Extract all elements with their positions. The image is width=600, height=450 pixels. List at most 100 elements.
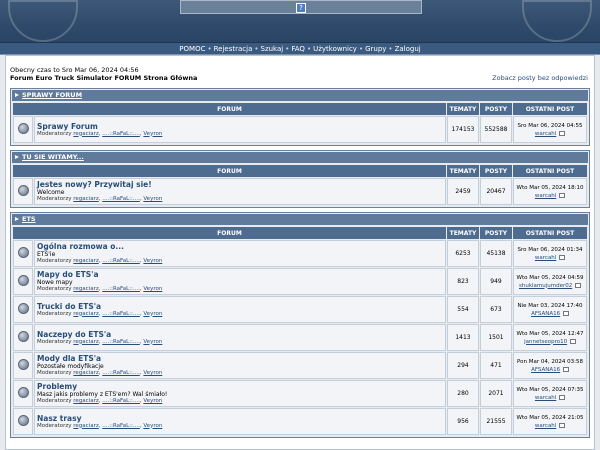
moderator-link[interactable]: ....::RaFaL::....	[102, 398, 140, 404]
last-post-date: Wto Mar 05, 2024 21:05	[516, 414, 584, 421]
category-header: SPRAWY FORUM	[12, 90, 588, 101]
moderator-link[interactable]: Veyron	[143, 258, 162, 264]
view-latest-post-icon[interactable]	[559, 192, 566, 198]
moderator-link[interactable]: Veyron	[143, 131, 162, 137]
moderators-label: Moderatorzy	[37, 370, 72, 376]
moderator-link[interactable]: regaciarz	[73, 398, 98, 404]
category-title[interactable]: SPRAWY FORUM	[22, 91, 82, 99]
forum-moderators: Moderatorzy regaciarz, ....::RaFaL::....…	[37, 422, 163, 429]
col-forum: FORUM	[13, 227, 446, 239]
last-post-author[interactable]: warcahl	[535, 193, 556, 199]
moderator-link[interactable]: Veyron	[143, 196, 162, 202]
moderator-link[interactable]: ....::RaFaL::....	[102, 196, 140, 202]
forum-name[interactable]: Naczepy do ETS'a	[37, 330, 443, 339]
view-latest-post-icon[interactable]	[559, 130, 566, 136]
moderator-link[interactable]: Veyron	[143, 339, 162, 345]
last-post-date: Wto Mar 05, 2024 04:59	[516, 274, 584, 281]
last-post: Wto Mar 05, 2024 21:05 warcahl	[513, 408, 587, 435]
moderator-link[interactable]: ....::RaFaL::....	[102, 286, 140, 292]
last-post-author[interactable]: warcahl	[535, 423, 556, 429]
last-post-date: Pon Mar 04, 2024 03:58	[517, 358, 583, 365]
moderator-link[interactable]: ....::RaFaL::....	[102, 131, 140, 137]
forum-status-icon	[17, 359, 29, 370]
forum-description: Nowe mapy	[37, 279, 73, 286]
forum-name[interactable]: Nasz trasy	[37, 414, 443, 423]
forum-description: Welcome	[37, 189, 65, 196]
forum-description: Masz jakis problemy z ETS'em? Wal śmiało…	[37, 391, 168, 398]
arrow-right-icon	[15, 217, 19, 221]
moderator-link[interactable]: ....::RaFaL::....	[102, 258, 140, 264]
moderator-link[interactable]: ....::RaFaL::....	[102, 423, 140, 429]
moderator-link[interactable]: regaciarz	[73, 286, 98, 292]
view-latest-post-icon[interactable]	[562, 366, 569, 372]
moderator-link[interactable]: ....::RaFaL::....	[102, 311, 140, 317]
moderator-link[interactable]: Veyron	[143, 370, 162, 376]
forum-name[interactable]: Trucki do ETS'a	[37, 302, 443, 311]
unanswered-posts-link[interactable]: Zobacz posty bez odpowiedzi	[492, 74, 588, 82]
col-forum: FORUM	[13, 103, 446, 115]
view-latest-post-icon[interactable]	[569, 338, 576, 344]
moderator-link[interactable]: regaciarz	[73, 196, 98, 202]
moderators-label: Moderatorzy	[37, 338, 72, 345]
last-post: Wto Mar 05, 2024 04:59 shuklamujumder02	[513, 268, 587, 295]
forum-name[interactable]: Mapy do ETS'a	[37, 270, 443, 279]
view-latest-post-icon[interactable]	[559, 394, 566, 400]
forum-name[interactable]: Mody dla ETS'a	[37, 354, 443, 363]
last-post-author[interactable]: warcahl	[535, 255, 556, 261]
last-post-author[interactable]: warcahl	[535, 395, 556, 401]
moderator-link[interactable]: Veyron	[143, 311, 162, 317]
moderator-link[interactable]: regaciarz	[73, 370, 98, 376]
nav-search[interactable]: Szukaj	[261, 45, 284, 53]
nav-help[interactable]: POMOC	[179, 45, 205, 53]
moderators-label: Moderatorzy	[37, 310, 72, 317]
forum-moderators: Moderatorzy regaciarz, ....::RaFaL::....…	[37, 286, 163, 292]
nav-login[interactable]: Zaloguj	[395, 45, 421, 53]
nav-faq[interactable]: FAQ	[291, 45, 305, 53]
last-post-date: Wto Mar 05, 2024 07:35	[516, 386, 584, 393]
col-posts: POSTY	[480, 165, 512, 177]
moderator-link[interactable]: ....::RaFaL::....	[102, 370, 140, 376]
forum-container: Obecny czas to Sro Mar 06, 2024 04:56 Fo…	[5, 55, 595, 450]
forum-name[interactable]: Problemy	[37, 382, 443, 391]
last-post-author[interactable]: AFSANA16	[531, 367, 560, 373]
moderator-link[interactable]: regaciarz	[73, 423, 98, 429]
last-post-author[interactable]: AFSANA16	[531, 311, 560, 317]
last-post-author[interactable]: warcahl	[535, 131, 556, 137]
forum-row: Trucki do ETS'a Moderatorzy regaciarz, .…	[13, 296, 587, 323]
moderator-link[interactable]: ....::RaFaL::....	[102, 339, 140, 345]
moderator-link[interactable]: regaciarz	[73, 311, 98, 317]
last-post: Nie Mar 03, 2024 17:40 AFSANA16	[513, 296, 587, 323]
forum-name[interactable]: Jestes nowy? Przywitaj sie!	[37, 180, 443, 189]
nav-register[interactable]: Rejestracja	[214, 45, 253, 53]
view-latest-post-icon[interactable]	[562, 310, 569, 316]
forum-status-icon	[17, 275, 29, 286]
forum-moderators: Moderatorzy regaciarz, ....::RaFaL::....…	[37, 196, 163, 202]
view-latest-post-icon[interactable]	[559, 422, 566, 428]
nav-users[interactable]: Użytkownicy	[313, 45, 357, 53]
last-post: Sro Mar 06, 2024 04:55 warcahl	[513, 116, 587, 143]
view-latest-post-icon[interactable]	[575, 282, 582, 288]
view-latest-post-icon[interactable]	[559, 254, 566, 260]
post-count: 1501	[480, 324, 512, 351]
moderator-link[interactable]: regaciarz	[73, 339, 98, 345]
topic-count: 1413	[447, 324, 479, 351]
moderator-link[interactable]: Veyron	[143, 286, 162, 292]
header-banner: ?	[0, 0, 600, 42]
category-title[interactable]: ETS	[22, 215, 36, 223]
moderator-link[interactable]: Veyron	[143, 398, 162, 404]
nav-groups[interactable]: Grupy	[365, 45, 386, 53]
forum-moderators: Moderatorzy regaciarz, ....::RaFaL::....…	[37, 338, 163, 345]
moderator-link[interactable]: regaciarz	[73, 131, 98, 137]
category-block: SPRAWY FORUM FORUM TEMATY POSTY OSTATNI …	[10, 88, 590, 146]
moderator-link[interactable]: Veyron	[143, 423, 162, 429]
forum-row: Nasz trasy Moderatorzy regaciarz, ....::…	[13, 408, 587, 435]
category-title[interactable]: TU SIE WITAMY...	[22, 153, 84, 161]
last-post-author[interactable]: shuklamujumder02	[519, 283, 572, 289]
forum-name[interactable]: Sprawy Forum	[37, 122, 443, 131]
forum-name[interactable]: Ogólna rozmowa o...	[37, 242, 443, 251]
help-icon[interactable]: ?	[296, 3, 306, 13]
moderators-label: Moderatorzy	[37, 398, 72, 404]
last-post: Sro Mar 06, 2024 01:34 warcahl	[513, 240, 587, 267]
moderator-link[interactable]: regaciarz	[73, 258, 98, 264]
last-post-author[interactable]: jannetseopro10	[524, 339, 567, 345]
